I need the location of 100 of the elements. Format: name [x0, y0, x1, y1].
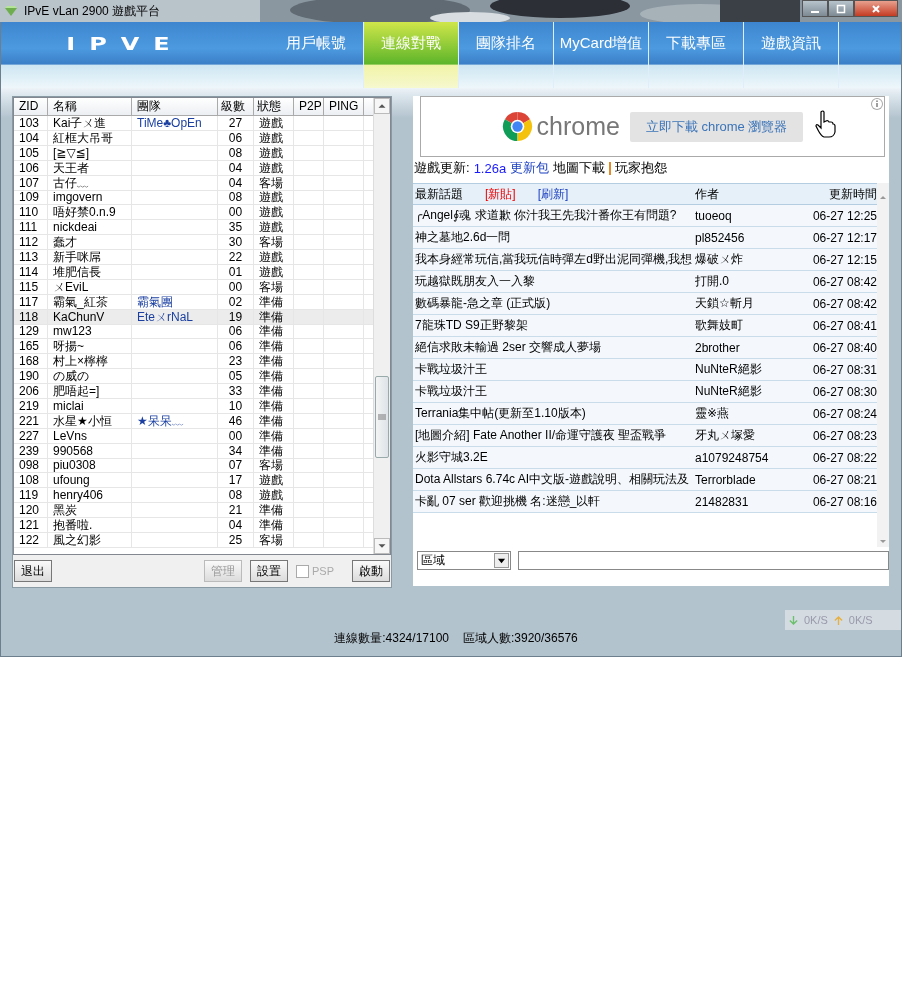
player-row[interactable]: 221 水星★小恒 ★呆呆﹏ 46 準備	[14, 413, 373, 429]
player-row[interactable]: 112 蠢才 30 客場	[14, 235, 373, 250]
player-row[interactable]: 107 古仔﹏ 04 客場	[14, 175, 373, 191]
level-cell: 10	[218, 398, 254, 414]
player-row[interactable]: 113 新手咪屌 22 遊戲	[14, 250, 373, 265]
topic-title: 火影守城3.2E	[414, 449, 489, 466]
player-row[interactable]: 165 呀揚~ 06 準備	[14, 339, 373, 355]
topic-time: 06-27 08:22	[811, 450, 877, 465]
topic-row[interactable]: Dota Allstars 6.74c AI中文版-遊戲說明、相關玩法及 Terrorblade 06-27 08:21	[413, 469, 877, 491]
column-header[interactable]: ZID	[14, 98, 48, 116]
player-row[interactable]: 219 miclai 10 準備	[14, 398, 373, 414]
info-icon[interactable]	[870, 97, 884, 111]
download-button[interactable]: 立即下載 chrome 瀏覽器	[629, 111, 804, 142]
player-row[interactable]: 239 990568 34 準備	[14, 443, 373, 459]
topic-row[interactable]: 玩越獄既朋友入一入黎 打開.0 06-27 08:42	[413, 271, 877, 293]
topic-row[interactable]: [地圖介紹] Fate Another II/命運守護夜 聖盃戰爭 牙丸ㄨ塚愛 06-27 08:23	[413, 425, 877, 447]
topic-row[interactable]: 卡亂 07 ser 歡迎挑機 名:迷戀_以軒 21482831 06-27 08:16	[413, 491, 877, 513]
topic-row[interactable]: 火影守城3.2E a1079248754 06-27 08:22	[413, 447, 877, 469]
exit-button[interactable]: 退出	[14, 560, 52, 582]
topic-time: 06-27 08:21	[811, 472, 877, 487]
level-cell: 19	[218, 309, 254, 325]
topic-time: 06-27 08:24	[811, 406, 877, 421]
topic-row[interactable]: 卡戰垃圾汁王 NuNteR絕影 06-27 08:30	[413, 381, 877, 403]
close-button[interactable]	[854, 0, 898, 17]
player-row[interactable]: 110 唔好禁0.n.9 00 遊戲	[14, 205, 373, 221]
column-header[interactable]: PING	[324, 98, 364, 116]
player-row[interactable]: 227 LeVns 00 準備	[14, 428, 373, 444]
player-row[interactable]: 098 piu0308 07 客場	[14, 458, 373, 474]
region-dropdown[interactable]: 區域	[417, 551, 511, 570]
player-row[interactable]: 114 堆肥信長 01 遊戲	[14, 264, 373, 280]
topic-row[interactable]: 絕信求敗未輸過 2ser 交響成人夢場 2brother 06-27 08:40	[413, 337, 877, 359]
column-header[interactable]: P2P	[294, 98, 324, 116]
status-cell: 遊戲	[254, 264, 294, 280]
scroll-thumb[interactable]	[375, 376, 389, 458]
player-row[interactable]: 105 [≧▽≦] 08 遊戲	[14, 145, 373, 161]
scroll-up-icon[interactable]	[374, 98, 390, 114]
topic-row[interactable]: 7龍珠TD S9正野黎架 歌舞妓町 06-27 08:41	[413, 315, 877, 337]
player-row[interactable]: 108 ufoung 17 遊戲	[14, 473, 373, 489]
chat-input[interactable]	[518, 551, 889, 570]
toolbar-button[interactable]: 設置	[250, 560, 288, 582]
status-cell: 準備	[254, 413, 294, 429]
player-row[interactable]: 129 mw123 06 準備	[14, 324, 373, 340]
minimize-button[interactable]	[802, 0, 828, 17]
table-cell	[324, 518, 364, 534]
start-button[interactable]: 啟動	[352, 560, 390, 582]
player-row[interactable]: 117 霸氣_紅茶 霸氣團 02 準備	[14, 294, 373, 310]
zid-cell: 190	[14, 369, 48, 385]
topic-time: 06-27 12:25	[811, 208, 877, 223]
zid-cell: 108	[14, 473, 48, 489]
column-header[interactable]: 狀態	[254, 98, 294, 116]
player-name: ㄨEviL	[53, 279, 89, 294]
player-row[interactable]: 104 紅框大吊哥 06 遊戲	[14, 130, 373, 146]
player-row[interactable]: 168 村上×檸檸 23 準備	[14, 354, 373, 370]
topic-row[interactable]: 神之墓地2.6d一問 pl852456 06-27 12:17	[413, 227, 877, 249]
hand-cursor-icon	[813, 110, 837, 138]
player-row[interactable]: 121 抱番啦. 04 準備	[14, 518, 373, 533]
column-header[interactable]: 級數	[218, 98, 254, 116]
topic-title: ╭Angel∮魂 求道歉 你汁我王先我汁番你王有問題?	[414, 207, 678, 224]
topic-title: Dota Allstars 6.74c AI中文版-遊戲說明、相關玩法及	[414, 471, 691, 488]
maximize-button[interactable]	[828, 0, 854, 17]
status-cell: 客場	[254, 235, 294, 251]
level-cell: 21	[218, 503, 254, 519]
complaint-link[interactable]: 玩家抱怨	[615, 159, 668, 177]
player-row[interactable]: 119 henry406 08 遊戲	[14, 488, 373, 504]
ad-banner[interactable]: chrome 立即下載 chrome 瀏覽器	[420, 96, 885, 157]
player-row[interactable]: 103 Kai子ㄨ進 TiMe♣OpEn 27 遊戲	[14, 116, 373, 131]
topic-row[interactable]: 我本身經常玩信,當我玩信時彈左d野出泥同彈機,我想 爆破ㄨ炸 06-27 12:15	[413, 249, 877, 271]
topic-time: 06-27 08:16	[811, 494, 877, 509]
player-row[interactable]: 190 の威の 05 準備	[14, 369, 373, 385]
refresh-link[interactable]: [刷新]	[537, 185, 569, 203]
status-cell: 遊戲	[254, 160, 294, 176]
player-name: 蠢才	[53, 235, 77, 250]
level-cell: 34	[218, 443, 254, 459]
scrollbar[interactable]	[373, 98, 390, 554]
level-cell: 04	[218, 160, 254, 176]
player-row[interactable]: 106 天王者 04 遊戲	[14, 160, 373, 176]
player-row[interactable]: 115 ㄨEviL 00 客場	[14, 279, 373, 295]
player-row[interactable]: 122 風之幻影 25 客場	[14, 532, 373, 548]
table-cell	[294, 413, 324, 429]
topic-row[interactable]: 數碼暴龍-急之章 (正式版) 天鎖☆斬月 06-27 08:42	[413, 293, 877, 315]
topic-row[interactable]: Terrania集中帖(更新至1.10版本) 靈※燕 06-27 08:24	[413, 403, 877, 425]
version-link[interactable]: 1.26a	[473, 160, 507, 176]
status-cell: 準備	[254, 518, 294, 534]
player-row[interactable]: 109 imgovern 08 遊戲	[14, 190, 373, 206]
level-cell: 46	[218, 413, 254, 429]
topic-row[interactable]: ╭Angel∮魂 求道歉 你汁我王先我汁番你王有問題? tuoeoq 06-27 12:25	[413, 205, 877, 227]
new-post-link[interactable]: [新貼]	[485, 185, 516, 203]
topic-row[interactable]: 卡戰垃圾汁王 NuNteR絕影 06-27 08:31	[413, 359, 877, 381]
player-row[interactable]: 206 肥唔起=] 33 準備	[14, 384, 373, 399]
level-cell: 06	[218, 339, 254, 355]
zid-cell: 105	[14, 145, 48, 161]
player-row[interactable]: 120 黑炭 21 準備	[14, 503, 373, 519]
column-header[interactable]: 名稱	[48, 98, 132, 116]
topic-title: 神之墓地2.6d一問	[414, 229, 512, 246]
scroll-down-icon[interactable]	[374, 538, 390, 554]
patch-link[interactable]: 更新包	[510, 159, 550, 177]
player-row[interactable]: 111 nickdeai 35 遊戲	[14, 220, 373, 236]
column-header[interactable]: 團隊	[132, 98, 218, 116]
status-cell: 客場	[254, 279, 294, 295]
map-download-link[interactable]: 地圖下載	[553, 159, 606, 177]
